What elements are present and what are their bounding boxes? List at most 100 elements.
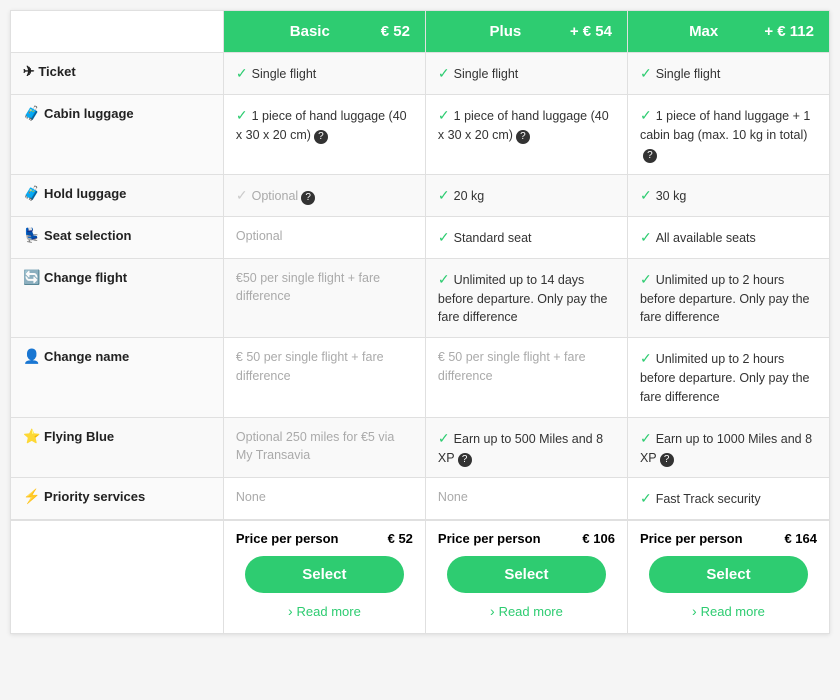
price-per-person-label: Price per person xyxy=(236,531,339,546)
feature-icon: 🧳 xyxy=(23,105,40,121)
cell-text: Unlimited up to 2 hours before departure… xyxy=(640,273,810,325)
read-more-link[interactable]: Read more xyxy=(236,599,413,623)
plan-cell-basic-hold-luggage: ✓ Optional? xyxy=(223,174,425,216)
feature-label-seat-selection: 💺 Seat selection xyxy=(11,216,224,258)
cell-text: 30 kg xyxy=(656,189,687,203)
header-row: Basic € 52 Plus + € 54 Max + € 112 xyxy=(11,11,830,53)
feature-row: 👤 Change name€ 50 per single flight + fa… xyxy=(11,338,830,418)
plan-cell-max-change-name: ✓Unlimited up to 2 hours before departur… xyxy=(627,338,829,418)
select-button[interactable]: Select xyxy=(649,556,808,593)
plan-cell-plus-cabin-luggage: ✓1 piece of hand luggage (40 x 30 x 20 c… xyxy=(425,95,627,175)
plan-cell-max-ticket: ✓ Single flight xyxy=(627,53,829,95)
plan-price-max: + € 112 xyxy=(764,23,814,40)
check-icon: ✓ xyxy=(438,430,450,446)
feature-label-cabin-luggage: 🧳 Cabin luggage xyxy=(11,95,224,175)
plan-cell-basic-cabin-luggage: ✓1 piece of hand luggage (40 x 30 x 20 c… xyxy=(223,95,425,175)
plan-cell-plus-change-name: € 50 per single flight + fare difference xyxy=(425,338,627,418)
cell-text: Standard seat xyxy=(454,231,532,245)
feature-icon: 🔄 xyxy=(23,269,40,285)
plan-name-plus: Plus xyxy=(490,23,522,40)
check-icon: ✓ xyxy=(236,65,248,81)
cell-text: None xyxy=(438,490,468,504)
feature-row: 🔄 Change flight €50 per single flight + f… xyxy=(11,258,830,338)
plan-cell-max-flying-blue: ✓Earn up to 1000 Miles and 8 XP? xyxy=(627,417,829,478)
check-icon: ✓ xyxy=(236,107,248,123)
price-amount: € 164 xyxy=(784,531,817,546)
price-amount: € 52 xyxy=(388,531,413,546)
cell-text: Unlimited up to 14 days before departure… xyxy=(438,273,608,325)
feature-label-ticket: ✈ Ticket xyxy=(11,53,224,95)
help-icon[interactable]: ? xyxy=(660,453,674,467)
plan-cell-max-seat-selection: ✓All available seats xyxy=(627,216,829,258)
feature-icon: ✈ xyxy=(23,63,35,79)
read-more-link[interactable]: Read more xyxy=(438,599,615,623)
cell-text: None xyxy=(236,490,266,504)
cell-text: 1 piece of hand luggage + 1 cabin bag (m… xyxy=(640,109,810,142)
price-per-person-label: Price per person xyxy=(438,531,541,546)
cell-text: All available seats xyxy=(656,231,756,245)
header-max: Max + € 112 xyxy=(627,11,829,53)
feature-row: ⭐ Flying BlueOptional 250 miles for €5 v… xyxy=(11,417,830,478)
cell-text: Single flight xyxy=(454,67,519,81)
read-more-link[interactable]: Read more xyxy=(640,599,817,623)
feature-row: 🧳 Hold luggage ✓ Optional? ✓20 kg ✓ 30 kg xyxy=(11,174,830,216)
plan-cell-plus-seat-selection: ✓Standard seat xyxy=(425,216,627,258)
help-icon[interactable]: ? xyxy=(301,191,315,205)
price-cell-2: Price per person € 164 Select Read more xyxy=(627,520,829,634)
cell-text: €50 per single flight + fare difference xyxy=(236,271,380,304)
plan-cell-basic-flying-blue: Optional 250 miles for €5 via My Transav… xyxy=(223,417,425,478)
feature-label-hold-luggage: 🧳 Hold luggage xyxy=(11,174,224,216)
feature-icon: 💺 xyxy=(23,227,40,243)
help-icon[interactable]: ? xyxy=(314,130,328,144)
check-icon: ✓ xyxy=(640,490,652,506)
plan-cell-plus-hold-luggage: ✓20 kg xyxy=(425,174,627,216)
cell-text: Optional xyxy=(252,189,299,203)
check-icon: ✓ xyxy=(640,187,652,203)
price-row-label-empty xyxy=(11,520,224,634)
check-icon: ✓ xyxy=(438,271,450,287)
header-plus: Plus + € 54 xyxy=(425,11,627,53)
price-cell-0: Price per person € 52 Select Read more xyxy=(223,520,425,634)
header-basic: Basic € 52 xyxy=(223,11,425,53)
plan-cell-basic-seat-selection: Optional xyxy=(223,216,425,258)
price-amount: € 106 xyxy=(582,531,615,546)
check-icon: ✓ xyxy=(438,65,450,81)
feature-label-change-name: 👤 Change name xyxy=(11,338,224,418)
feature-label-change-flight: 🔄 Change flight xyxy=(11,258,224,338)
check-icon: ✓ xyxy=(640,65,652,81)
feature-row: ⚡ Priority servicesNoneNone✓Fast Track s… xyxy=(11,478,830,521)
plan-cell-plus-change-flight: ✓Unlimited up to 14 days before departur… xyxy=(425,258,627,338)
header-empty xyxy=(11,11,224,53)
feature-row: 💺 Seat selectionOptional✓Standard seat✓A… xyxy=(11,216,830,258)
plan-cell-basic-change-flight: €50 per single flight + fare difference xyxy=(223,258,425,338)
help-icon[interactable]: ? xyxy=(643,149,657,163)
plan-cell-plus-priority-services: None xyxy=(425,478,627,521)
plan-name-basic: Basic xyxy=(290,23,330,40)
plan-cell-plus-flying-blue: ✓Earn up to 500 Miles and 8 XP? xyxy=(425,417,627,478)
price-row: Price per person € 52 Select Read more P… xyxy=(11,520,830,634)
plan-cell-max-hold-luggage: ✓ 30 kg xyxy=(627,174,829,216)
plan-price-plus: + € 54 xyxy=(570,23,612,40)
check-muted-icon: ✓ xyxy=(236,187,248,203)
feature-label-priority-services: ⚡ Priority services xyxy=(11,478,224,521)
cell-text: Single flight xyxy=(252,67,317,81)
feature-label-flying-blue: ⭐ Flying Blue xyxy=(11,417,224,478)
feature-row: 🧳 Cabin luggage✓1 piece of hand luggage … xyxy=(11,95,830,175)
feature-row: ✈ Ticket ✓ Single flight ✓ Single flight ✓ Sin… xyxy=(11,53,830,95)
feature-icon: ⭐ xyxy=(23,428,40,444)
check-icon: ✓ xyxy=(640,350,652,366)
plan-cell-basic-change-name: € 50 per single flight + fare difference xyxy=(223,338,425,418)
help-icon[interactable]: ? xyxy=(458,453,472,467)
comparison-table: Basic € 52 Plus + € 54 Max + € 112 ✈ Tic… xyxy=(10,10,830,634)
plan-cell-max-change-flight: ✓Unlimited up to 2 hours before departur… xyxy=(627,258,829,338)
plan-cell-basic-ticket: ✓ Single flight xyxy=(223,53,425,95)
cell-text: Single flight xyxy=(656,67,721,81)
select-button[interactable]: Select xyxy=(447,556,606,593)
select-button[interactable]: Select xyxy=(245,556,404,593)
cell-text: Unlimited up to 2 hours before departure… xyxy=(640,352,810,404)
help-icon[interactable]: ? xyxy=(516,130,530,144)
price-per-person-label: Price per person xyxy=(640,531,743,546)
check-icon: ✓ xyxy=(438,107,450,123)
check-icon: ✓ xyxy=(640,107,652,123)
feature-icon: 👤 xyxy=(23,348,40,364)
